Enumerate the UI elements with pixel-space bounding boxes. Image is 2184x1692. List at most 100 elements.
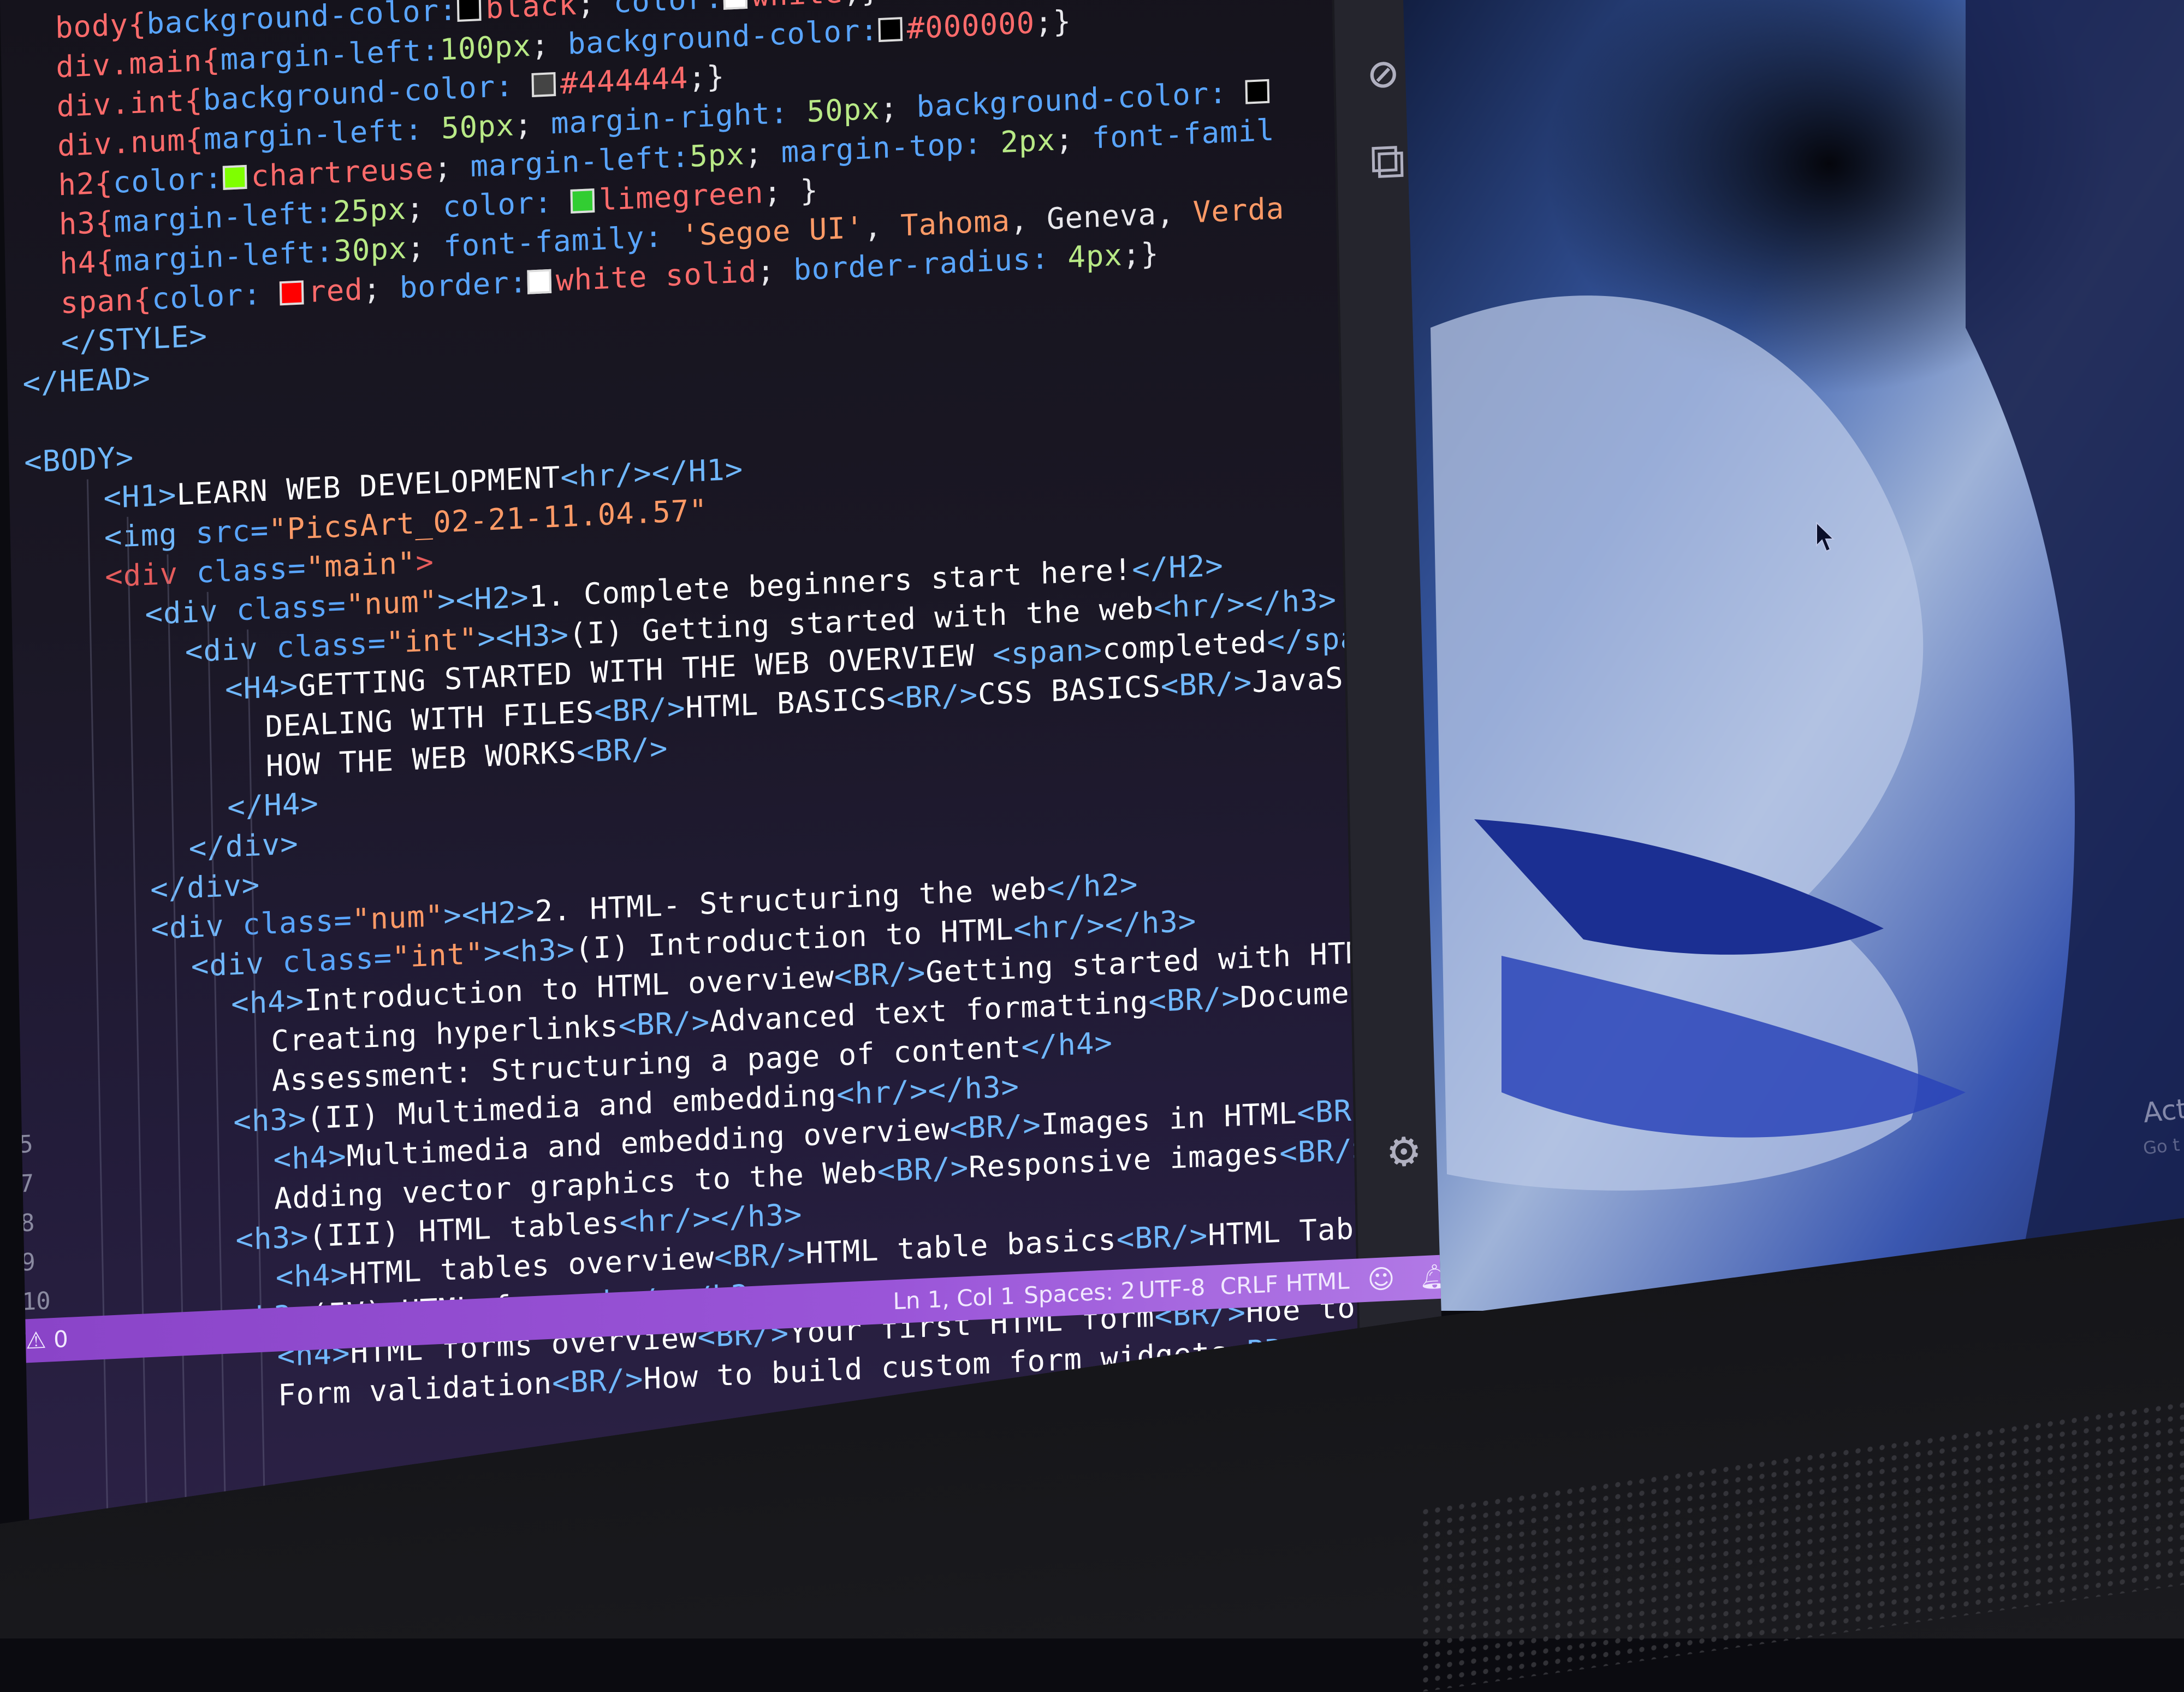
- code-token: color:: [151, 276, 280, 316]
- code-token: <BR/>: [1116, 1217, 1208, 1257]
- code-token: <BR/>: [594, 690, 686, 729]
- code-token: ": [268, 512, 288, 547]
- code-token: <h4>: [273, 1139, 347, 1177]
- code-line[interactable]: <BODY>: [24, 438, 134, 482]
- code-token: h2{: [57, 165, 114, 203]
- color-swatch[interactable]: [570, 188, 595, 214]
- code-token: <h4>: [230, 983, 305, 1021]
- code-token: <BR/>: [714, 1236, 806, 1275]
- color-swatch[interactable]: [723, 0, 748, 10]
- code-token: <BR/>: [949, 1107, 1042, 1146]
- extensions-icon[interactable]: ⧉: [1369, 132, 1405, 191]
- code-token: <BODY>: [23, 440, 134, 480]
- indentation-status[interactable]: Spaces: 2: [1023, 1269, 1136, 1317]
- code-line[interactable]: [62, 402, 63, 441]
- code-token: div.num{: [57, 122, 204, 163]
- code-line[interactable]: </H4>: [227, 784, 319, 827]
- code-token: h4{: [59, 244, 115, 281]
- color-swatch[interactable]: [279, 280, 304, 306]
- code-line[interactable]: </HEAD>: [22, 358, 151, 404]
- code-token: ;: [363, 270, 400, 307]
- code-token: margin-left:: [114, 234, 335, 279]
- code-token: 30px: [333, 230, 407, 269]
- code-token: <BR/>: [1296, 1091, 1361, 1131]
- language-mode[interactable]: HTML: [1285, 1259, 1350, 1305]
- feedback-smiley-icon[interactable]: ☺: [1367, 1257, 1396, 1302]
- settings-gear-icon[interactable]: ⚙: [1388, 1120, 1419, 1179]
- indent-guide: [206, 591, 227, 1521]
- code-token: border:: [399, 264, 528, 305]
- code-token: margin-left:: [113, 194, 334, 239]
- code-token: <BR/>: [551, 1362, 644, 1400]
- color-swatch[interactable]: [527, 269, 552, 294]
- code-token: </h3>: [1105, 903, 1197, 942]
- color-swatch[interactable]: [457, 0, 482, 22]
- warnings-indicator[interactable]: ⚠ 0: [25, 1317, 69, 1363]
- code-token: ;: [514, 106, 551, 143]
- code-token: HTML table basics: [805, 1222, 1117, 1271]
- code-token: </div>: [188, 826, 299, 866]
- code-token: white solid: [555, 254, 757, 298]
- code-token: <span>: [992, 632, 1103, 672]
- code-token: Tahoma: [900, 203, 1011, 243]
- code-token: <div: [151, 907, 243, 946]
- code-token: ><H3>: [477, 617, 569, 656]
- code-token: <h4>: [275, 1257, 349, 1295]
- eol-status[interactable]: CRLF: [1220, 1262, 1279, 1309]
- code-token: white: [751, 0, 844, 14]
- code-token: Verda: [1192, 191, 1285, 230]
- code-token: 100px: [439, 28, 532, 67]
- code-token: >: [415, 544, 435, 580]
- code-token: ;: [577, 0, 614, 22]
- code-token: <hr/>: [619, 1201, 711, 1240]
- code-token: "int": [391, 936, 484, 975]
- code-token: JavaSc: [1251, 660, 1361, 700]
- code-token: ; }: [763, 173, 819, 210]
- code-token: 'Segoe UI': [680, 210, 864, 253]
- code-token: "num": [346, 583, 438, 623]
- code-line[interactable]: </STYLE>: [61, 316, 207, 362]
- code-token: <hr/>: [1153, 586, 1246, 625]
- code-token: <hr/>: [836, 1073, 929, 1112]
- code-token: <div: [191, 945, 283, 984]
- activation-watermark: Act: [2141, 1092, 2184, 1129]
- code-token: ;: [433, 149, 471, 186]
- code-token: "num": [352, 898, 444, 937]
- debug-icon[interactable]: ⊘: [1368, 44, 1398, 103]
- source-control-icon[interactable]: ⑂: [1366, 0, 1397, 4]
- code-token: ;}: [1122, 236, 1160, 273]
- encoding-status[interactable]: UTF-8: [1138, 1265, 1206, 1312]
- code-token: <div: [144, 593, 237, 632]
- color-swatch[interactable]: [531, 72, 556, 97]
- code-token: </HEAD>: [22, 360, 151, 401]
- code-token: HTML Table: [1207, 1209, 1361, 1252]
- indent-guide: [167, 554, 187, 1523]
- code-token: color:: [442, 184, 571, 224]
- code-token: font-famil: [1091, 113, 1275, 156]
- code-token: span{: [60, 281, 152, 321]
- code-token: color:: [613, 0, 723, 20]
- code-token: 50px: [441, 108, 515, 146]
- code-token: <BR/>: [1160, 665, 1253, 703]
- code-token: </h3>: [1244, 582, 1337, 621]
- code-token: class=: [282, 940, 393, 980]
- code-token: chartreuse: [251, 151, 435, 194]
- code-token: "main": [305, 545, 416, 585]
- code-token: color:: [112, 160, 223, 200]
- code-line[interactable]: </div>: [188, 824, 299, 868]
- color-swatch[interactable]: [878, 17, 903, 43]
- code-token: div.int{: [56, 82, 204, 124]
- code-line[interactable]: </div>: [150, 865, 260, 909]
- code-token: <BR/>: [1148, 980, 1241, 1019]
- code-token: <H1>: [103, 477, 177, 516]
- code-token: margin-left:: [470, 139, 690, 184]
- code-token: </H2>: [1131, 548, 1224, 587]
- code-token: <div: [104, 555, 197, 594]
- cursor-position[interactable]: Ln 1, Col 1: [893, 1274, 1016, 1323]
- code-token: <div: [185, 630, 277, 669]
- code-token: limegreen: [598, 175, 764, 217]
- mouse-cursor-icon: [1816, 522, 1835, 552]
- code-token: ,: [1010, 202, 1047, 238]
- color-swatch[interactable]: [1245, 79, 1270, 104]
- color-swatch[interactable]: [222, 164, 247, 190]
